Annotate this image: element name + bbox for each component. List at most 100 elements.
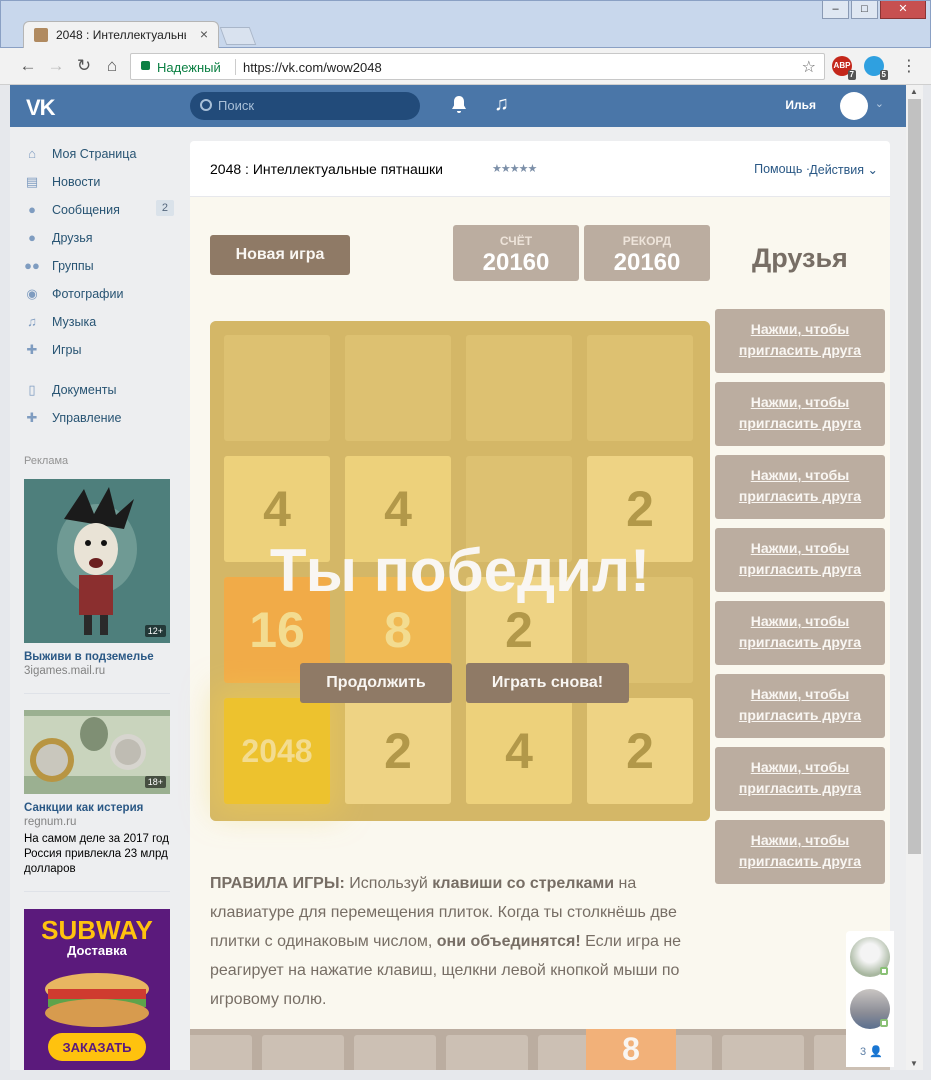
adblock-badge: 7 — [847, 70, 856, 80]
ad-block-news[interactable]: 18+ Санкции как истерия regnum.ru На сам… — [24, 710, 170, 877]
ad-title[interactable]: Выживи в подземелье — [24, 651, 170, 663]
ad-text: На самом деле за 2017 год Россия привлек… — [24, 833, 169, 875]
manage-icon: ✚ — [26, 410, 38, 425]
news-icon: ▤ — [25, 174, 39, 189]
game-board[interactable]: 44216822048242 Ты победил! Продолжить Иг… — [210, 321, 710, 821]
chat-avatar[interactable] — [850, 937, 890, 977]
lock-icon — [141, 61, 150, 70]
close-window-button[interactable]: ✕ — [880, 1, 926, 19]
bookmark-star-icon[interactable]: ☆ — [802, 57, 816, 77]
sidebar-item-home[interactable]: ⌂ Моя Страница — [24, 141, 176, 169]
adblock-extension-icon[interactable]: ABP 7 — [832, 56, 856, 80]
new-tab-button[interactable] — [219, 27, 257, 45]
home-icon: ⌂ — [28, 146, 36, 161]
sidebar-item-games[interactable]: ✚ Игры — [24, 337, 176, 365]
sidebar-item-label: Сообщения — [52, 203, 120, 217]
score-box: СЧЁТ 20160 — [453, 225, 579, 281]
photos-icon: ◉ — [26, 286, 38, 301]
sidebar-item-label: Друзья — [52, 231, 93, 245]
address-bar[interactable]: Надежный https://vk.com/wow2048 ☆ — [130, 53, 825, 80]
chat-count[interactable]: 3 👤 — [860, 1045, 883, 1058]
ghost-badge: 5 — [879, 70, 888, 80]
address-separator — [235, 59, 236, 75]
win-message: Ты победил! — [269, 537, 651, 604]
ad-divider — [24, 891, 170, 892]
vk-header: VK Поиск ♫ Илья ⌄ — [10, 85, 906, 127]
game-area[interactable]: Новая игра СЧЁТ 20160 РЕКОРД 20160 Друзь… — [190, 197, 890, 1070]
invite-friend-button[interactable]: Нажми, чтобы пригласить друга — [715, 674, 885, 738]
new-game-button[interactable]: Новая игра — [210, 235, 350, 275]
invite-friend-button[interactable]: Нажми, чтобы пригласить друга — [715, 382, 885, 446]
forward-icon[interactable]: → — [46, 56, 66, 76]
ghost-extension-icon[interactable]: 5 — [864, 56, 888, 80]
tab-close-icon[interactable]: × — [200, 26, 208, 42]
invite-friend-button[interactable]: Нажми, чтобы пригласить друга — [715, 747, 885, 811]
actions-menu[interactable]: Действия ⌄ — [809, 162, 878, 177]
sidebar-item-photos[interactable]: ◉ Фотографии — [24, 281, 176, 309]
sidebar-item-label: Моя Страница — [52, 147, 137, 161]
scroll-thumb[interactable] — [908, 99, 921, 854]
ad-block-subway[interactable]: SUBWAY Доставка ЗАКАЗАТЬ — [24, 909, 170, 1070]
avatar[interactable] — [840, 92, 868, 120]
unread-badge: 2 — [155, 200, 174, 216]
browser-menu-icon[interactable]: ⋮ — [901, 56, 917, 76]
rules-keys: клавиши со стрелками — [432, 875, 615, 892]
continue-button[interactable]: Продолжить — [300, 663, 452, 703]
help-link[interactable]: Помощь · — [754, 162, 810, 176]
friends-title: Друзья — [752, 243, 848, 273]
page-viewport: VK Поиск ♫ Илья ⌄ ⌂ Моя Страница ▤ Новости ●… — [10, 85, 906, 1070]
invite-friend-button[interactable]: Нажми, чтобы пригласить друга — [715, 309, 885, 373]
invite-friend-button[interactable]: Нажми, чтобы пригласить друга — [715, 455, 885, 519]
sidebar-item-messages[interactable]: ● Сообщения 2 — [24, 197, 176, 225]
sidebar-item-groups[interactable]: ●● Группы — [24, 253, 176, 281]
invite-friend-button[interactable]: Нажми, чтобы пригласить друга — [715, 820, 885, 884]
back-icon[interactable]: ← — [18, 56, 38, 76]
games-icon: ✚ — [26, 342, 38, 357]
ad-image-subway[interactable]: SUBWAY Доставка ЗАКАЗАТЬ — [24, 909, 170, 1070]
sidebar-item-label: Новости — [52, 175, 101, 189]
chat-avatar[interactable] — [850, 989, 890, 1029]
search-input[interactable]: Поиск — [190, 92, 420, 120]
invite-friend-button[interactable]: Нажми, чтобы пригласить друга — [715, 601, 885, 665]
home-button-icon[interactable]: ⌂ — [102, 56, 122, 76]
reload-icon[interactable]: ↻ — [74, 56, 94, 76]
scroll-up-icon[interactable]: ▲ — [910, 87, 918, 96]
browser-tab[interactable]: 2048 : Интеллектуальны × — [23, 21, 219, 49]
scroll-down-icon[interactable]: ▼ — [910, 1059, 918, 1068]
chevron-down-icon[interactable]: ⌄ — [875, 97, 884, 110]
preview-cell — [722, 1035, 804, 1070]
best-label: РЕКОРД — [622, 234, 672, 248]
ad-image-money[interactable]: 18+ — [24, 710, 170, 794]
music-icon: ♫ — [27, 314, 37, 329]
sidebar-item-manage[interactable]: ✚ Управление — [24, 405, 176, 433]
online-indicator-icon — [880, 967, 888, 975]
sidebar-item-documents[interactable]: ▯ Документы — [24, 377, 176, 405]
age-rating-badge: 12+ — [144, 625, 166, 637]
score-label: СЧЁТ — [499, 234, 533, 248]
user-name[interactable]: Илья — [785, 98, 816, 112]
sidebar-item-label: Фотографии — [52, 287, 124, 301]
sidebar-item-music[interactable]: ♫ Музыка — [24, 309, 176, 337]
maximize-button[interactable]: □ — [851, 1, 878, 19]
preview-cell — [446, 1035, 528, 1070]
play-again-button[interactable]: Играть снова! — [466, 663, 629, 703]
ad-divider — [24, 693, 170, 694]
ad-image-game[interactable]: 12+ — [24, 479, 170, 643]
invite-friend-button[interactable]: Нажми, чтобы пригласить друга — [715, 528, 885, 592]
vk-logo-icon[interactable]: VK — [26, 95, 56, 121]
notifications-bell-icon[interactable] — [450, 95, 468, 120]
page-scrollbar[interactable]: ▲ ▼ — [906, 85, 923, 1070]
ad-block-game[interactable]: 12+ Выживи в подземелье 3igames.mail.ru — [24, 479, 170, 677]
preview-cell — [262, 1035, 344, 1070]
sidebar-item-news[interactable]: ▤ Новости — [24, 169, 176, 197]
ad-title[interactable]: Санкции как истерия — [24, 802, 170, 814]
music-icon[interactable]: ♫ — [494, 93, 509, 116]
sidebar-item-friends[interactable]: ● Друзья — [24, 225, 176, 253]
minimize-button[interactable]: – — [822, 1, 849, 19]
url-text[interactable]: https://vk.com/wow2048 — [243, 60, 382, 75]
window-controls: – □ ✕ — [822, 1, 926, 19]
rating-stars: ★★★★★ — [492, 163, 537, 175]
online-indicator-icon — [880, 1019, 888, 1027]
subway-cta: ЗАКАЗАТЬ — [62, 1040, 131, 1055]
subway-sub: Доставка — [67, 943, 128, 958]
